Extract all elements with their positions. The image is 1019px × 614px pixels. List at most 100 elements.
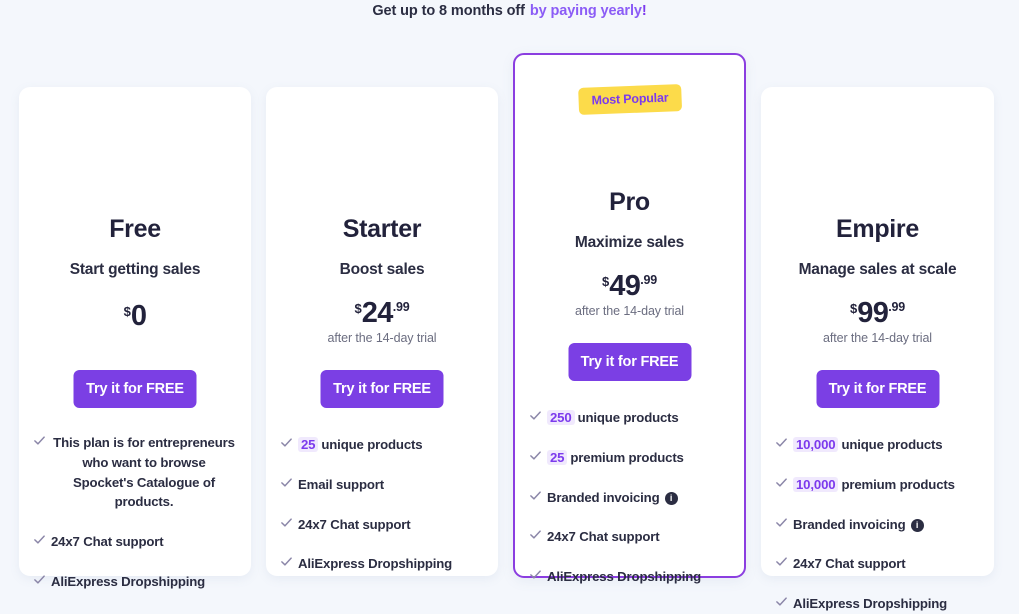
feature-text: 24x7 Chat support — [298, 515, 484, 535]
feature-text: 24x7 Chat support — [51, 532, 237, 552]
plan-tagline-starter: Boost sales — [339, 261, 425, 278]
price-cents: .99 — [888, 300, 906, 314]
feature-text: 24x7 Chat support — [547, 527, 730, 547]
plan-name-free: Free — [109, 215, 161, 243]
feature-text: This plan is for entrepreneurs who want … — [51, 433, 237, 512]
price-cents: .99 — [640, 273, 658, 287]
feature-text: AliExpress Dropshipping — [51, 572, 237, 592]
check-icon — [280, 436, 293, 452]
feature-item: Branded invoicing i — [775, 515, 980, 535]
feature-label: AliExpress Dropshipping — [793, 596, 948, 612]
feature-quantity-chip: 25 — [298, 437, 319, 452]
price-trial-note-pro: after the 14-day trial — [575, 304, 684, 318]
check-icon — [529, 568, 542, 584]
pricing-card-pro[interactable]: Most Popular Pro Maximize sales $49.99 after… — [513, 53, 746, 584]
feature-list-empire: 10,000 unique products 10,000 premium produ… — [761, 435, 994, 614]
feature-item: This plan is for entrepreneurs who want … — [33, 433, 237, 512]
feature-label: Branded invoicing — [547, 489, 660, 505]
feature-text: 10,000 unique products — [793, 435, 980, 455]
check-icon — [33, 434, 46, 450]
pricing-card-empire[interactable]: Empire Manage sales at scale $99.99 after t… — [761, 87, 994, 611]
feature-item: AliExpress Dropshipping — [529, 567, 730, 587]
feature-list-free: This plan is for entrepreneurs who want … — [19, 433, 251, 592]
feature-text: AliExpress Dropshipping — [793, 594, 980, 614]
plan-name-pro: Pro — [609, 188, 650, 216]
check-icon — [775, 476, 788, 492]
feature-text: 24x7 Chat support — [793, 554, 980, 574]
feature-quantity-chip: 250 — [547, 410, 575, 425]
feature-label: unique products — [841, 437, 943, 452]
price-trial-note-starter: after the 14-day trial — [327, 331, 437, 345]
feature-item: 10,000 unique products — [775, 435, 980, 455]
plan-price-empire: $99.99 — [761, 299, 994, 328]
feature-label: 24x7 Chat support — [547, 529, 660, 545]
plan-price-starter: $24.99 — [266, 299, 498, 328]
feature-list-pro: 250 unique products 25 premium products Bran… — [515, 408, 744, 587]
check-icon — [775, 595, 788, 611]
check-icon — [529, 449, 542, 465]
feature-quantity-chip: 25 — [547, 449, 568, 465]
feature-list-starter: 25 unique products Email support 24x7 Chat … — [266, 435, 498, 574]
try-free-button-free[interactable]: Try it for FREE — [73, 370, 197, 408]
feature-item: 24x7 Chat support — [33, 532, 237, 552]
price-currency-symbol: $ — [123, 304, 131, 319]
price-amount: 99 — [857, 297, 889, 329]
feature-quantity-chip: 10,000 — [793, 437, 839, 452]
feature-label: AliExpress Dropshipping — [51, 573, 206, 589]
try-free-button-empire[interactable]: Try it for FREE — [816, 370, 939, 408]
check-icon — [529, 409, 542, 425]
price-amount: 49 — [609, 270, 641, 302]
try-free-button-starter[interactable]: Try it for FREE — [320, 370, 444, 408]
feature-text: 250 unique products — [547, 408, 730, 428]
check-icon — [280, 555, 293, 571]
info-icon[interactable]: i — [664, 491, 678, 505]
plan-tagline-free: Start getting sales — [69, 261, 201, 278]
feature-label: premium products — [570, 449, 684, 465]
pricing-cards-row: Free Start getting sales $0 Try it for FREE… — [0, 0, 1019, 611]
feature-text: Branded invoicing i — [547, 488, 730, 508]
feature-text: 25 premium products — [547, 448, 730, 468]
feature-item: AliExpress Dropshipping — [33, 572, 237, 592]
check-icon — [775, 555, 788, 571]
feature-label: Branded invoicing — [793, 516, 906, 532]
feature-label: 24x7 Chat support — [298, 516, 411, 532]
check-icon — [280, 516, 293, 532]
try-free-button-pro[interactable]: Try it for FREE — [568, 343, 691, 381]
check-icon — [775, 436, 788, 452]
plan-price-free: $0 — [19, 302, 251, 331]
feature-item: 24x7 Chat support — [280, 515, 484, 535]
feature-item: 250 unique products — [529, 408, 730, 428]
check-icon — [529, 489, 542, 505]
price-amount: 24 — [361, 297, 394, 329]
plan-price-pro: $49.99 — [515, 272, 744, 301]
feature-quantity-chip: 10,000 — [793, 476, 839, 492]
check-icon — [33, 533, 46, 549]
feature-item: Branded invoicing i — [529, 488, 730, 508]
most-popular-badge: Most Popular — [577, 84, 682, 115]
plan-tagline-empire: Manage sales at scale — [798, 261, 957, 278]
price-currency-symbol: $ — [354, 301, 362, 316]
feature-item: Email support — [280, 475, 484, 495]
pricing-card-free[interactable]: Free Start getting sales $0 Try it for FREE… — [19, 87, 251, 589]
check-icon — [280, 476, 293, 492]
pricing-card-starter[interactable]: Starter Boost sales $24.99 after the 14-day… — [266, 87, 498, 576]
feature-label: unique products — [577, 410, 679, 425]
feature-text: AliExpress Dropshipping — [298, 554, 484, 574]
info-icon[interactable]: i — [910, 518, 924, 532]
feature-item: 10,000 premium products — [775, 475, 980, 495]
plan-name-starter: Starter — [342, 215, 422, 243]
feature-label: This plan is for entrepreneurs who want … — [53, 435, 235, 510]
plan-name-empire: Empire — [836, 215, 919, 243]
feature-label: unique products — [321, 437, 423, 452]
feature-text: 25 unique products — [298, 435, 484, 455]
feature-label: AliExpress Dropshipping — [547, 569, 702, 585]
feature-item: 25 unique products — [280, 435, 484, 455]
feature-item: 24x7 Chat support — [775, 554, 980, 574]
price-cents: .99 — [392, 300, 410, 314]
feature-text: AliExpress Dropshipping — [547, 567, 730, 587]
feature-text: 10,000 premium products — [793, 475, 980, 495]
feature-item: 24x7 Chat support — [529, 527, 730, 547]
price-trial-note-empire: after the 14-day trial — [823, 331, 932, 345]
feature-text: Email support — [298, 475, 484, 495]
feature-text: Branded invoicing i — [793, 515, 980, 535]
